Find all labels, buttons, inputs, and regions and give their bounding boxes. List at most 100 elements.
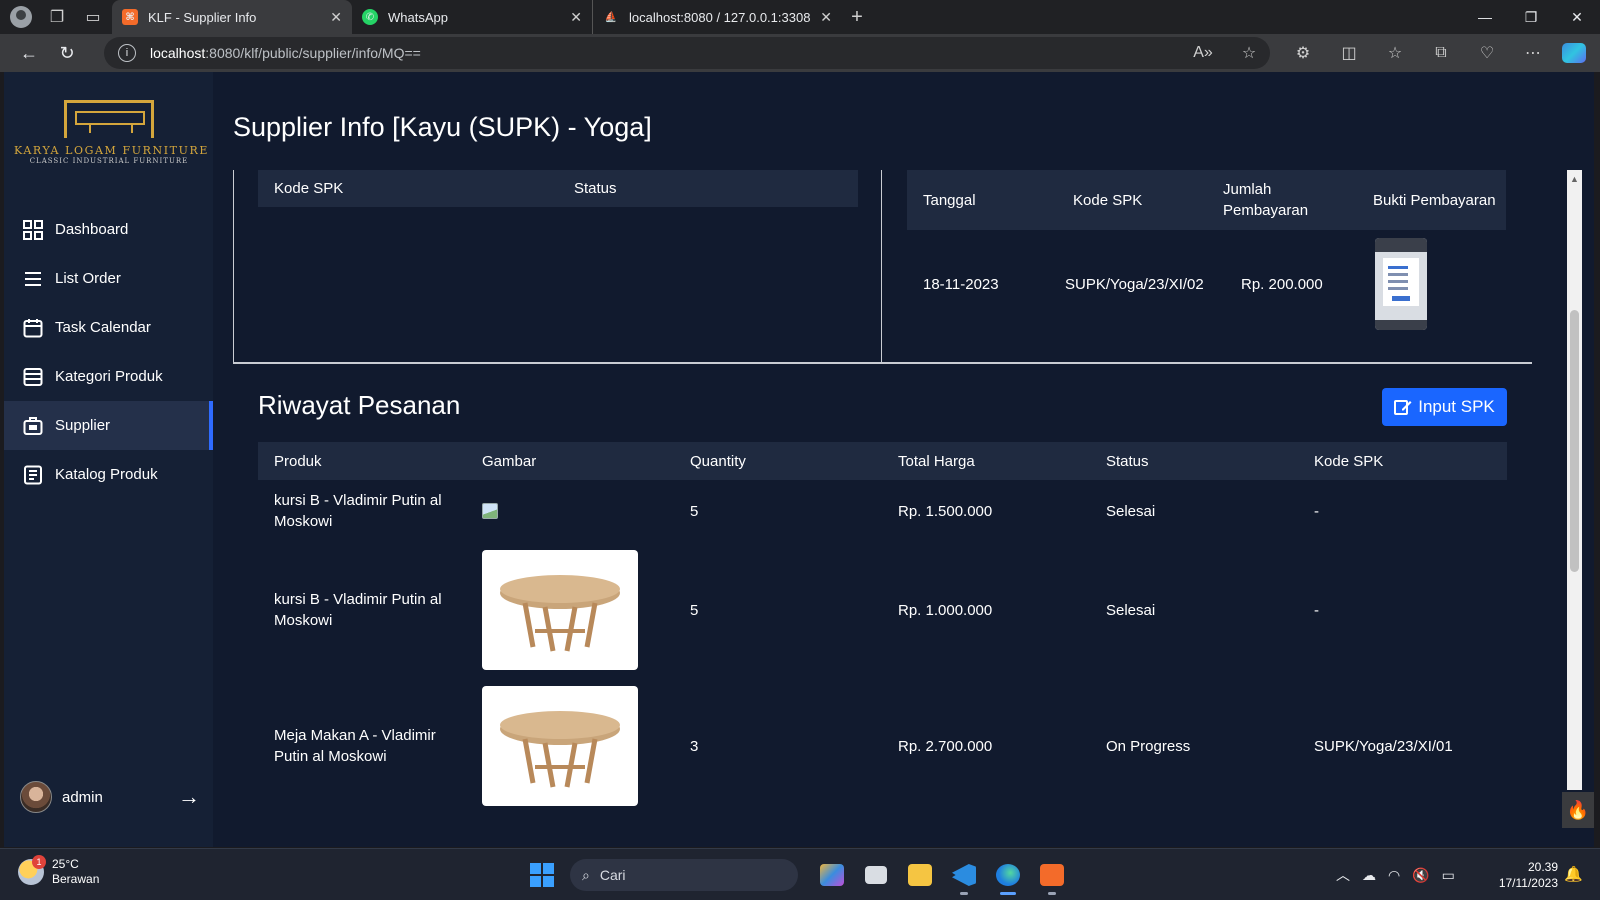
edge-browser-icon[interactable] — [988, 857, 1028, 895]
split-screen-icon[interactable]: ◫ — [1326, 43, 1372, 63]
notification-bell-icon[interactable]: 🔔 — [1564, 865, 1583, 883]
collections-icon[interactable]: ⧉ — [1418, 44, 1464, 62]
url-input[interactable]: i localhost:8080/klf/public/supplier/inf… — [104, 37, 1270, 69]
windows-start-icon[interactable] — [530, 863, 554, 887]
column-header: Gambar — [482, 452, 537, 470]
clock-date: 17/11/2023 — [1498, 876, 1558, 890]
refresh-icon[interactable]: ↻ — [48, 43, 86, 64]
close-window-icon[interactable]: ✕ — [1554, 0, 1600, 34]
show-hidden-icons-icon[interactable]: ︿ — [1336, 865, 1350, 885]
minimize-icon[interactable]: — — [1462, 0, 1508, 34]
avatar[interactable] — [20, 781, 52, 813]
xampp-icon[interactable] — [1032, 857, 1072, 895]
browser-essentials-icon[interactable]: ♡ — [1464, 43, 1510, 63]
product-image[interactable] — [482, 686, 638, 806]
sidebar-item-kategori-produk[interactable]: Kategori Produk — [4, 352, 213, 401]
scroll-up-arrow-icon[interactable]: ▲ — [1570, 174, 1579, 184]
column-header: Status — [1106, 452, 1149, 470]
tab-close-icon[interactable]: ✕ — [570, 9, 582, 26]
tab-actions-icon[interactable]: ▭ — [78, 2, 108, 32]
onedrive-cloud-icon[interactable]: ☁ — [1362, 867, 1376, 884]
taskbar-search-input[interactable]: ⌕ Cari — [570, 859, 798, 891]
url-actions: A» ☆ — [1180, 37, 1272, 69]
app-window: KARYA LOGAM FURNITURE CLASSIC INDUSTRIAL… — [4, 72, 1594, 847]
payment-proof[interactable] — [1365, 238, 1505, 330]
sidebar-item-katalog-produk[interactable]: Katalog Produk — [4, 450, 213, 499]
volume-muted-icon[interactable]: 🔇 — [1412, 867, 1429, 884]
table-row: kursi B - Vladimir Putin al Moskowi 5 Rp… — [258, 480, 1507, 542]
back-icon[interactable]: ← — [10, 43, 48, 64]
site-info-icon[interactable]: i — [118, 44, 136, 62]
brand-logo[interactable]: KARYA LOGAM FURNITURE CLASSIC INDUSTRIAL… — [14, 100, 207, 170]
payment-date: 18-11-2023 — [923, 275, 999, 293]
orders-table-header: Produk Gambar Quantity Total Harga Statu… — [258, 442, 1507, 480]
sidebar-item-label: Task Calendar — [55, 319, 151, 336]
profile-icon[interactable] — [6, 2, 36, 32]
grid-icon — [22, 219, 44, 241]
main-content: Supplier Info [Kayu (SUPK) - Yoga] Kode … — [213, 72, 1594, 847]
list-icon — [22, 268, 44, 290]
tab-phpmyadmin[interactable]: ⛵ localhost:8080 / 127.0.0.1:3308 / ✕ — [592, 0, 842, 34]
page-scrollbar[interactable]: ▲ — [1567, 170, 1582, 790]
product-name: Meja Makan A - Vladimir Putin al Moskowi — [274, 727, 436, 765]
file-explorer-icon[interactable] — [900, 857, 940, 893]
restore-icon[interactable]: ❐ — [1508, 0, 1554, 34]
sidebar-item-supplier[interactable]: Supplier — [4, 401, 213, 450]
tab-close-icon[interactable]: ✕ — [330, 9, 342, 26]
tab-close-icon[interactable]: ✕ — [820, 9, 832, 26]
sidebar-item-label: Supplier — [55, 417, 111, 434]
flame-icon[interactable]: 🔥 — [1562, 792, 1594, 828]
quantity: 3 — [690, 737, 699, 755]
category-icon — [22, 366, 44, 388]
vscode-icon[interactable] — [944, 857, 984, 895]
more-menu-icon[interactable]: ⋯ — [1510, 43, 1556, 63]
logout-arrow-icon[interactable]: → — [178, 784, 200, 810]
weather-description: Berawan — [52, 872, 100, 886]
favorites-icon[interactable]: ☆ — [1372, 43, 1418, 63]
scrollbar-thumb[interactable] — [1570, 310, 1579, 572]
favorite-star-icon[interactable]: ☆ — [1226, 43, 1272, 63]
wifi-icon[interactable]: ◠ — [1388, 867, 1400, 884]
phpmyadmin-favicon-icon: ⛵ — [604, 11, 618, 23]
order-history-title: Riwayat Pesanan — [258, 390, 461, 420]
system-clock[interactable]: 20.39 17/11/2023 — [1480, 859, 1558, 891]
quantity: 5 — [690, 601, 699, 619]
sidebar-item-task-calendar[interactable]: Task Calendar — [4, 303, 213, 352]
search-icon: ⌕ — [582, 866, 590, 883]
browser-toolbar: ⚙ ◫ ☆ ⧉ ♡ ⋯ — [1280, 34, 1556, 72]
product-image-cell — [466, 550, 674, 670]
new-tab-icon[interactable]: + — [842, 6, 872, 29]
order-status: Selesai — [1106, 502, 1156, 520]
quantity: 5 — [690, 502, 699, 520]
table-row: 18-11-2023 SUPK/Yoga/23/XI/02 Rp. 200.00… — [907, 236, 1506, 332]
section-divider — [233, 362, 1532, 364]
sidebar-item-label: Katalog Produk — [55, 466, 158, 483]
sidebar-item-dashboard[interactable]: Dashboard — [4, 205, 213, 254]
column-header: Tanggal — [923, 191, 976, 209]
spk-code: SUPK/Yoga/23/XI/01 — [1314, 737, 1453, 755]
sidebar-item-list-order[interactable]: List Order — [4, 254, 213, 303]
spk-code: - — [1314, 502, 1319, 520]
copilot-taskbar-icon[interactable] — [812, 857, 852, 893]
tab-whatsapp[interactable]: ✆ WhatsApp ✕ — [352, 0, 592, 34]
payment-receipt-image[interactable] — [1375, 238, 1427, 330]
workspaces-icon[interactable]: ❐ — [42, 2, 72, 32]
extensions-icon[interactable]: ⚙ — [1280, 43, 1326, 63]
input-spk-button[interactable]: Input SPK — [1382, 388, 1507, 426]
battery-icon[interactable]: ▭ — [1442, 867, 1455, 884]
column-header: Status — [574, 180, 617, 197]
column-header: Produk — [274, 452, 322, 470]
tab-klf-supplier-info[interactable]: ⌘ KLF - Supplier Info ✕ — [112, 0, 352, 34]
read-aloud-icon[interactable]: A» — [1180, 44, 1226, 62]
weather-widget[interactable]: 1 25°C Berawan — [18, 855, 100, 887]
supplier-icon — [22, 415, 44, 437]
task-view-icon[interactable] — [856, 857, 896, 893]
order-status: On Progress — [1106, 737, 1191, 755]
total-price: Rp. 2.700.000 — [898, 737, 993, 755]
page-title: Supplier Info [Kayu (SUPK) - Yoga] — [233, 112, 652, 142]
url-host: localhost — [150, 45, 206, 61]
payment-card: Tanggal Kode SPK Jumlah Pembayaran Bukti… — [882, 170, 1531, 362]
copilot-icon[interactable] — [1562, 43, 1586, 63]
tab-title: WhatsApp — [388, 9, 448, 25]
product-image[interactable] — [482, 550, 638, 670]
